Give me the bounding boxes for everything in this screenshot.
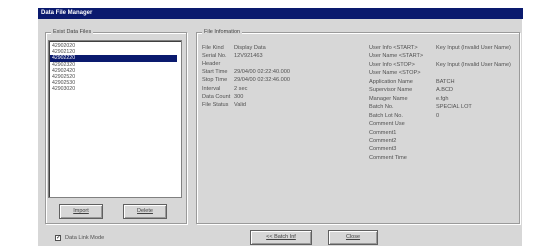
info-value: 29/04/00 02:22:40.000 bbox=[234, 69, 290, 76]
info-key: Data Count bbox=[202, 93, 231, 100]
info-key: Manager Name bbox=[369, 95, 408, 102]
info-key: Comment Use bbox=[369, 121, 405, 128]
window-title: Data File Manager bbox=[41, 10, 93, 16]
info-value: Key Input (Invalid User Name) bbox=[436, 61, 511, 68]
file-information-label: File Infomation bbox=[202, 28, 243, 37]
info-value: BATCH bbox=[436, 78, 455, 85]
data-files-listbox[interactable]: 42902020 42902120 42902220 42902320 42902420… bbox=[48, 40, 182, 198]
exist-data-files-label: Exist Data Files bbox=[51, 28, 94, 37]
data-link-mode-label: Data Link Mode bbox=[65, 235, 105, 241]
info-key: Comment2 bbox=[369, 137, 397, 144]
info-value: Display Data bbox=[234, 45, 266, 51]
info-key: Serial No. bbox=[202, 53, 227, 60]
info-key: User Info <STOP> bbox=[369, 61, 415, 68]
info-key: User Name <START> bbox=[369, 53, 424, 60]
info-key: Start Time bbox=[202, 69, 228, 76]
close-button[interactable]: Close bbox=[328, 230, 378, 245]
window-titlebar[interactable]: Data File Manager bbox=[38, 8, 523, 19]
batch-inf-button-label: << Batch Inf bbox=[266, 234, 296, 240]
info-value: 0 bbox=[436, 112, 440, 119]
info-value: 2 sec bbox=[234, 85, 248, 92]
info-key: Comment Time bbox=[369, 154, 407, 161]
info-value: 300 bbox=[234, 93, 244, 100]
info-value: Key Input (Invalid User Name) bbox=[436, 45, 511, 51]
info-key: File Kind bbox=[202, 45, 224, 51]
data-file-manager-window: Data File Manager Exist Data Files 42902… bbox=[37, 7, 523, 246]
info-value: SPECIAL LOT bbox=[436, 104, 472, 111]
import-button[interactable]: Import bbox=[59, 204, 103, 219]
info-key: Batch No. bbox=[369, 104, 394, 111]
import-button-label: Import bbox=[73, 208, 89, 214]
info-key: Interval bbox=[202, 85, 221, 92]
info-value: e.fgh bbox=[436, 95, 449, 102]
info-key: User Info <START> bbox=[369, 45, 418, 51]
info-key: Header bbox=[202, 61, 221, 68]
batch-inf-button[interactable]: << Batch Inf bbox=[250, 230, 312, 245]
info-value: Valid bbox=[234, 101, 247, 108]
info-key: Comment3 bbox=[369, 146, 397, 153]
info-value: 12V921463 bbox=[234, 53, 263, 60]
info-key: Batch Lot No. bbox=[369, 112, 403, 119]
info-key: Stop Time bbox=[202, 77, 228, 84]
data-link-mode-checkbox[interactable]: ✓ bbox=[55, 235, 61, 241]
info-key: File Status bbox=[202, 101, 229, 108]
info-key: Application Name bbox=[369, 78, 413, 85]
info-key: Supervisor Name bbox=[369, 87, 413, 94]
info-key: Comment1 bbox=[369, 129, 397, 136]
info-key: User Name <STOP> bbox=[369, 70, 421, 77]
delete-button-label: Delete bbox=[137, 208, 153, 214]
close-button-label: Close bbox=[345, 234, 361, 240]
info-value: A.BCD bbox=[436, 87, 454, 94]
info-value: 29/04/00 02:32:46.000 bbox=[234, 77, 290, 84]
delete-button[interactable]: Delete bbox=[123, 204, 167, 219]
file-list-item[interactable]: 42903020 bbox=[50, 86, 180, 92]
